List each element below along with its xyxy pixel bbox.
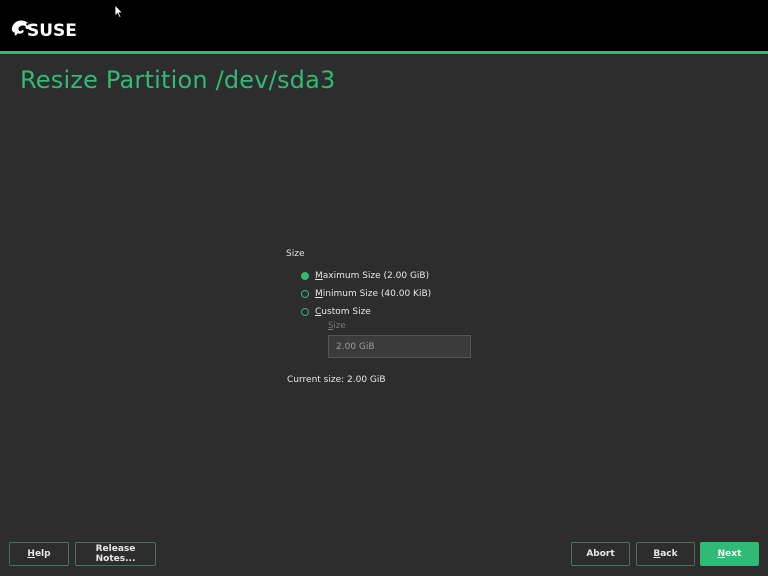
custom-size-label: Size (328, 321, 346, 331)
radio-button[interactable] (301, 290, 309, 298)
radio-custom-size[interactable]: Custom Size (301, 305, 371, 319)
mouse-pointer-icon (114, 4, 124, 18)
custom-size-input[interactable] (328, 335, 471, 358)
radio-button-checked[interactable] (301, 272, 309, 280)
logo-text: SUSE (27, 21, 77, 41)
current-size-text: Current size: 2.00 GiB (287, 375, 386, 385)
radio-label-maximum-size: Maximum Size (2.00 GiB) (315, 271, 430, 281)
radio-label-minimum-size: Minimum Size (40.00 KiB) (315, 289, 432, 299)
next-button[interactable]: Next (700, 542, 759, 566)
radio-maximum-size[interactable]: Maximum Size (2.00 GiB) (301, 269, 429, 283)
back-button[interactable]: Back (636, 542, 695, 566)
radio-label-custom-size: Custom Size (315, 307, 371, 317)
help-button[interactable]: Help (9, 542, 69, 566)
abort-button[interactable]: Abort (571, 542, 630, 566)
top-bar: SUSE (0, 0, 768, 51)
release-notes-button[interactable]: Release Notes... (75, 542, 156, 566)
page-title: Resize Partition /dev/sda3 (20, 66, 336, 94)
radio-button[interactable] (301, 308, 309, 316)
radio-minimum-size[interactable]: Minimum Size (40.00 KiB) (301, 287, 431, 301)
size-group-label: Size (286, 249, 305, 259)
header-accent-line (0, 51, 768, 54)
suse-logo: SUSE (10, 13, 82, 41)
